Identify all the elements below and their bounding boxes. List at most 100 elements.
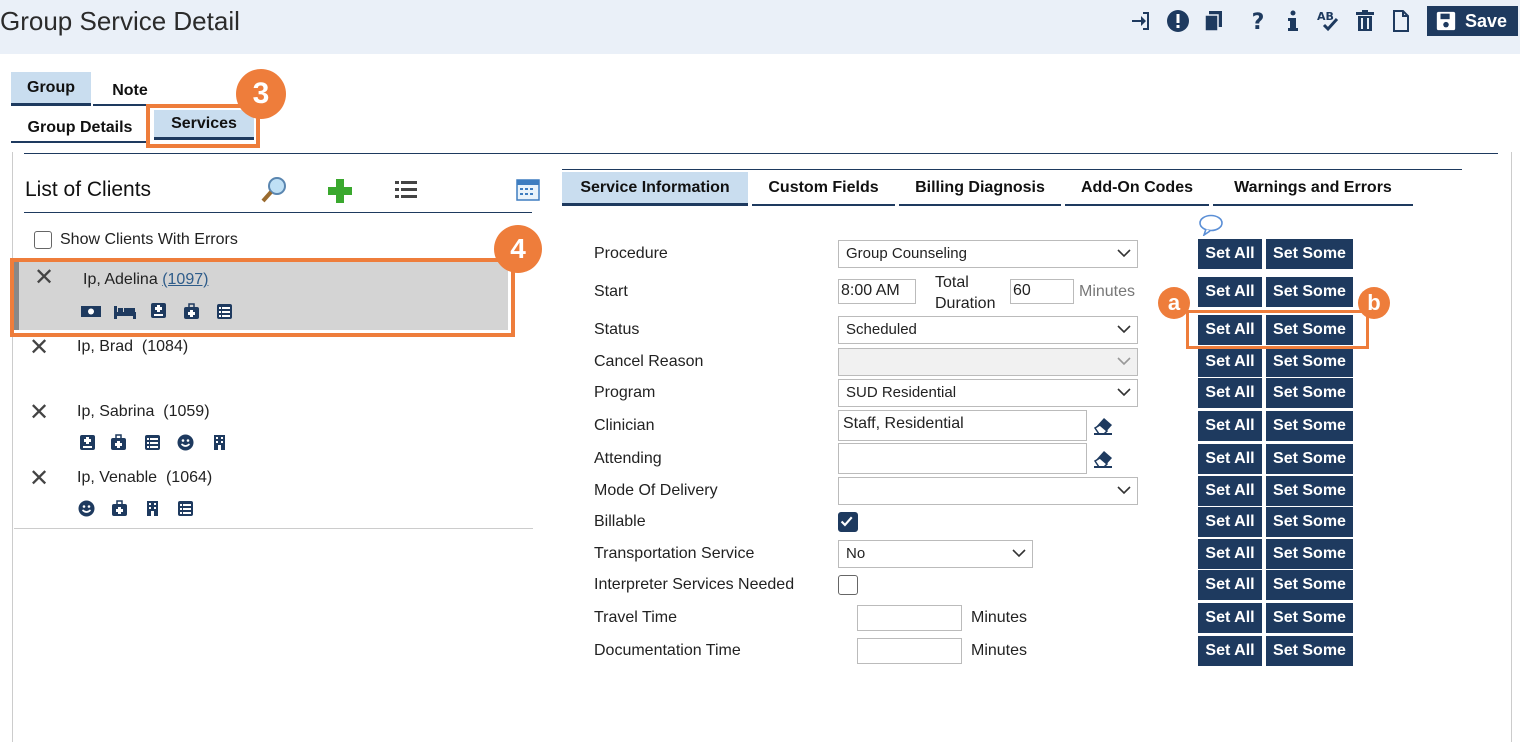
start-set-all-button[interactable]: Set All bbox=[1198, 277, 1262, 307]
search-icon[interactable] bbox=[260, 176, 288, 204]
chevron-down-icon bbox=[1012, 549, 1026, 558]
attending-set-all-button[interactable]: Set All bbox=[1198, 444, 1262, 474]
medical-note-icon[interactable] bbox=[150, 302, 167, 319]
delete-icon[interactable] bbox=[1352, 8, 1378, 34]
copy-icon[interactable] bbox=[1201, 8, 1227, 34]
eraser-icon[interactable] bbox=[1092, 447, 1114, 469]
list-view-icon[interactable] bbox=[394, 178, 418, 202]
smiley-icon[interactable] bbox=[177, 434, 194, 451]
callout-a: a bbox=[1158, 287, 1190, 319]
interpreter-set-some-button[interactable]: Set Some bbox=[1266, 570, 1353, 600]
tab-note[interactable]: Note bbox=[93, 78, 167, 106]
calendar-icon[interactable] bbox=[516, 178, 540, 202]
cancel-reason-set-all-button[interactable]: Set All bbox=[1198, 347, 1262, 377]
money-icon[interactable] bbox=[80, 303, 102, 320]
program-set-some-button[interactable]: Set Some bbox=[1266, 378, 1353, 408]
tab-service-information[interactable]: Service Information bbox=[562, 172, 748, 206]
duration-input[interactable]: 60 bbox=[1010, 279, 1074, 304]
travel-time-unit: Minutes bbox=[971, 609, 1028, 626]
remove-client-icon[interactable]: ✕ bbox=[29, 336, 49, 360]
clinician-set-all-button[interactable]: Set All bbox=[1198, 411, 1262, 441]
list-icon[interactable] bbox=[177, 500, 194, 517]
sign-in-icon[interactable] bbox=[1128, 8, 1154, 34]
checkmark-icon bbox=[840, 516, 853, 527]
documentation-time-input[interactable] bbox=[857, 638, 962, 664]
comment-icon[interactable] bbox=[1198, 214, 1224, 237]
remove-client-icon[interactable]: ✕ bbox=[29, 401, 49, 425]
interpreter-set-all-button[interactable]: Set All bbox=[1198, 570, 1262, 600]
documentation-time-set-some-button[interactable]: Set Some bbox=[1266, 636, 1353, 666]
client-name[interactable]: Ip, Sabrina (1059) bbox=[77, 403, 210, 421]
service-tabs-top-line bbox=[562, 169, 1462, 170]
attending-set-some-button[interactable]: Set Some bbox=[1266, 444, 1353, 474]
spellcheck-icon[interactable]: AB bbox=[1315, 8, 1341, 34]
interpreter-label: Interpreter Services Needed bbox=[594, 576, 795, 593]
document-icon[interactable] bbox=[1388, 8, 1414, 34]
tab-add-on-codes[interactable]: Add-On Codes bbox=[1065, 172, 1209, 206]
client-name[interactable]: Ip, Brad (1084) bbox=[77, 338, 188, 356]
billable-set-all-button[interactable]: Set All bbox=[1198, 507, 1262, 537]
client-id: (1059) bbox=[163, 403, 210, 420]
program-select[interactable]: SUD Residential bbox=[838, 379, 1138, 407]
medical-note-icon[interactable] bbox=[79, 434, 96, 451]
status-select[interactable]: Scheduled bbox=[838, 316, 1138, 344]
documentation-time-unit: Minutes bbox=[971, 642, 1028, 659]
medical-bag-icon[interactable] bbox=[183, 303, 200, 320]
medical-bag-icon[interactable] bbox=[111, 500, 128, 517]
tab-custom-fields[interactable]: Custom Fields bbox=[752, 172, 895, 206]
medical-bag-icon[interactable] bbox=[110, 434, 127, 451]
travel-time-input[interactable] bbox=[857, 605, 962, 631]
procedure-set-all-button[interactable]: Set All bbox=[1198, 239, 1262, 269]
cancel-reason-set-some-button[interactable]: Set Some bbox=[1266, 347, 1353, 377]
billable-set-some-button[interactable]: Set Some bbox=[1266, 507, 1353, 537]
remove-client-icon[interactable]: ✕ bbox=[34, 266, 54, 290]
eraser-icon[interactable] bbox=[1092, 414, 1114, 436]
travel-time-set-all-button[interactable]: Set All bbox=[1198, 603, 1262, 633]
tab-warnings-and-errors[interactable]: Warnings and Errors bbox=[1213, 172, 1413, 206]
travel-time-label: Travel Time bbox=[594, 609, 677, 626]
interpreter-checkbox[interactable] bbox=[838, 575, 858, 595]
status-label: Status bbox=[594, 321, 640, 338]
info-icon[interactable] bbox=[1280, 8, 1306, 34]
program-set-all-button[interactable]: Set All bbox=[1198, 378, 1262, 408]
tab-group[interactable]: Group bbox=[11, 72, 91, 106]
mode-of-delivery-select[interactable] bbox=[838, 477, 1138, 505]
save-button[interactable]: Save bbox=[1427, 6, 1518, 36]
client-name[interactable]: Ip, Venable (1064) bbox=[77, 469, 212, 487]
travel-time-set-some-button[interactable]: Set Some bbox=[1266, 603, 1353, 633]
mode-of-delivery-set-some-button[interactable]: Set Some bbox=[1266, 476, 1353, 506]
client-name[interactable]: Ip, Adelina (1097) bbox=[83, 271, 208, 289]
alert-icon[interactable] bbox=[1165, 8, 1191, 34]
list-icon[interactable] bbox=[216, 303, 233, 320]
show-errors-label: Show Clients With Errors bbox=[60, 231, 238, 248]
mode-of-delivery-set-all-button[interactable]: Set All bbox=[1198, 476, 1262, 506]
procedure-select[interactable]: Group Counseling bbox=[838, 240, 1138, 268]
start-set-some-button[interactable]: Set Some bbox=[1266, 277, 1353, 307]
add-client-icon[interactable] bbox=[327, 178, 353, 204]
help-icon[interactable]: ? bbox=[1245, 8, 1271, 34]
clinician-set-some-button[interactable]: Set Some bbox=[1266, 411, 1353, 441]
billable-checkbox[interactable] bbox=[838, 512, 858, 532]
client-id-link[interactable]: (1097) bbox=[162, 271, 208, 288]
mode-of-delivery-label: Mode Of Delivery bbox=[594, 482, 718, 499]
tab-billing-diagnosis[interactable]: Billing Diagnosis bbox=[899, 172, 1061, 206]
remove-client-icon[interactable]: ✕ bbox=[29, 467, 49, 491]
clinician-input[interactable]: Staff, Residential bbox=[838, 410, 1087, 441]
bed-icon[interactable] bbox=[113, 303, 137, 320]
transportation-set-all-button[interactable]: Set All bbox=[1198, 539, 1262, 569]
chevron-down-icon bbox=[1117, 486, 1131, 495]
procedure-label: Procedure bbox=[594, 245, 668, 262]
building-icon[interactable] bbox=[144, 499, 161, 516]
show-errors-checkbox[interactable] bbox=[34, 231, 52, 249]
attending-input[interactable] bbox=[838, 443, 1087, 474]
transportation-select[interactable]: No bbox=[838, 540, 1033, 568]
transportation-set-some-button[interactable]: Set Some bbox=[1266, 539, 1353, 569]
documentation-time-set-all-button[interactable]: Set All bbox=[1198, 636, 1262, 666]
building-icon[interactable] bbox=[211, 433, 228, 450]
list-icon[interactable] bbox=[144, 434, 161, 451]
client-list-bottom-divider bbox=[14, 528, 533, 529]
procedure-set-some-button[interactable]: Set Some bbox=[1266, 239, 1353, 269]
smiley-icon[interactable] bbox=[78, 500, 95, 517]
tab-group-details[interactable]: Group Details bbox=[11, 115, 149, 143]
start-time-input[interactable]: 8:00 AM bbox=[838, 279, 916, 304]
